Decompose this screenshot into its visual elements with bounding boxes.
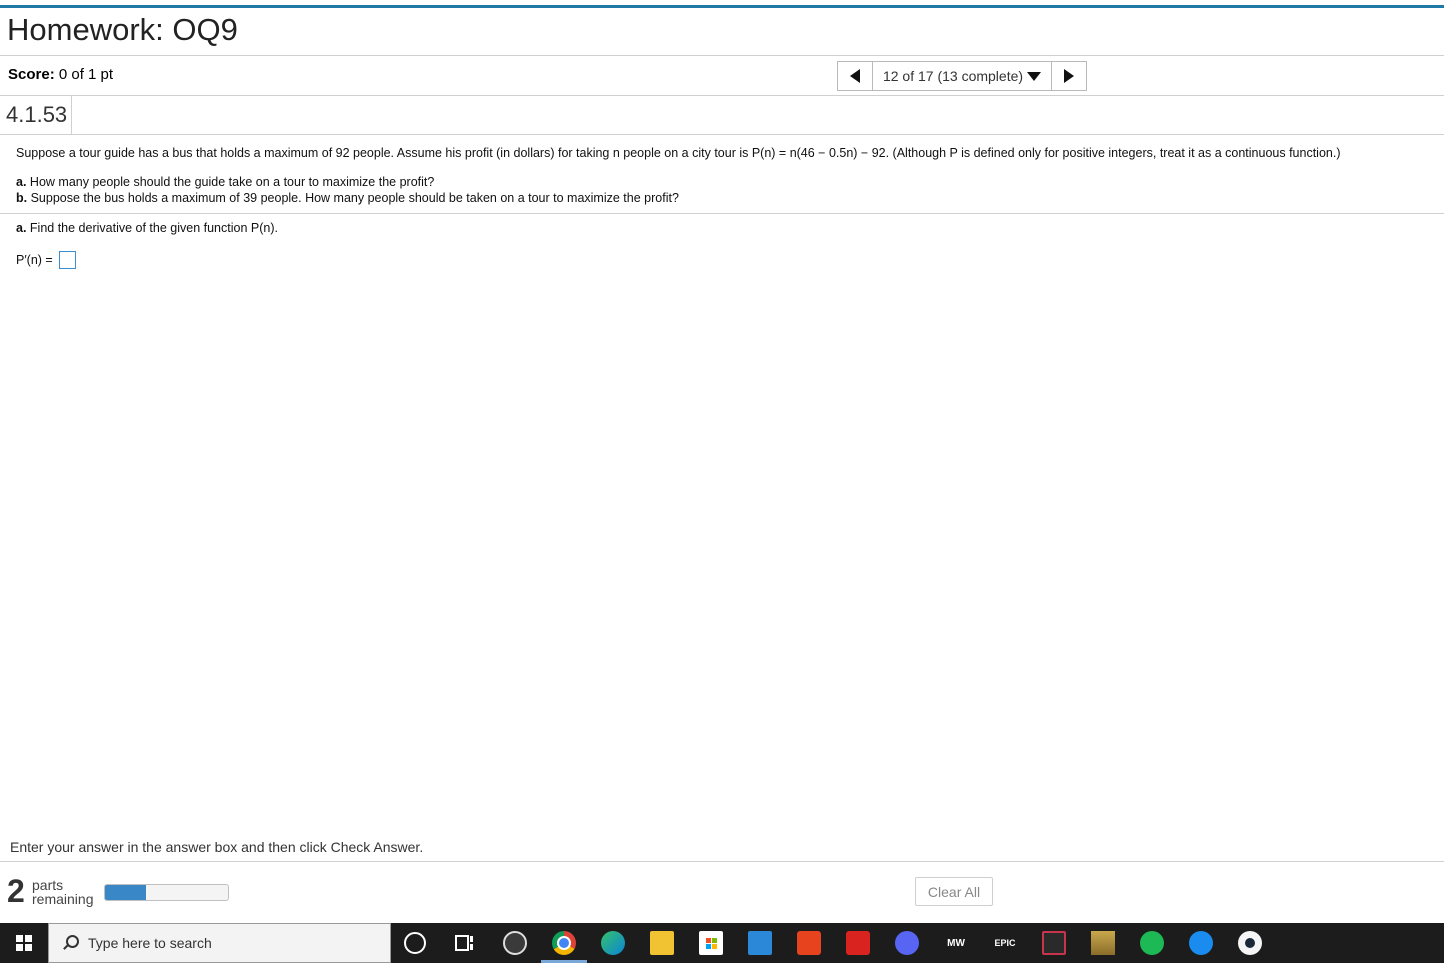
arrow-right-icon — [1064, 69, 1074, 83]
parts-remaining-label: parts remaining — [32, 878, 93, 906]
problem-number: 4.1.53 — [0, 96, 72, 134]
clear-all-button[interactable]: Clear All — [915, 877, 993, 906]
chrome-icon[interactable] — [552, 931, 576, 955]
cortana-icon[interactable] — [404, 932, 426, 954]
parts-remaining-count: 2 — [7, 873, 25, 909]
mw-icon[interactable]: MW — [944, 931, 968, 955]
office-icon[interactable] — [797, 931, 821, 955]
mail-icon[interactable] — [748, 931, 772, 955]
instruction-text: Enter your answer in the answer box and … — [10, 839, 424, 855]
valorant-icon[interactable] — [1042, 931, 1066, 955]
question-position: 12 of 17 (13 complete) — [882, 68, 1024, 84]
score: Score: 0 of 1 pt — [8, 66, 113, 84]
acrobat-icon[interactable] — [846, 931, 870, 955]
divider — [0, 95, 1444, 96]
part-a-question: a. How many people should the guide take… — [16, 174, 434, 190]
answer-input[interactable] — [59, 251, 76, 269]
divider — [0, 213, 1444, 214]
question-selector-dropdown[interactable]: 12 of 17 (13 complete) — [872, 62, 1052, 90]
start-button[interactable] — [0, 923, 47, 963]
windows-icon — [15, 935, 32, 951]
part-b-question: b. Suppose the bus holds a maximum of 39… — [16, 190, 679, 206]
sub-a-label: a. — [16, 221, 27, 235]
score-label: Score: — [8, 66, 55, 83]
problem-statement: Suppose a tour guide has a bus that hold… — [16, 146, 1341, 160]
page-title: Homework: OQ9 — [7, 12, 238, 47]
discord-icon[interactable] — [895, 931, 919, 955]
part-b-text: Suppose the bus holds a maximum of 39 pe… — [30, 191, 679, 205]
taskbar: Type here to search MW EPIC — [0, 923, 1444, 963]
question-navigator: 12 of 17 (13 complete) — [837, 61, 1087, 91]
battlenet-icon[interactable] — [1189, 931, 1213, 955]
part-a-text: How many people should the guide take on… — [29, 175, 435, 189]
arrow-left-icon — [850, 69, 860, 83]
top-accent-bar — [0, 5, 1444, 8]
divider — [0, 861, 1444, 862]
taskbar-search[interactable]: Type here to search — [48, 923, 391, 963]
sub-a-text: Find the derivative of the given functio… — [29, 221, 278, 235]
previous-question-button[interactable] — [838, 62, 872, 90]
spotify-icon[interactable] — [1140, 931, 1164, 955]
part-a-label: a. — [16, 175, 27, 189]
file-explorer-icon[interactable] — [650, 931, 674, 955]
edge-icon[interactable] — [601, 931, 625, 955]
score-value: 0 of 1 pt — [58, 66, 114, 83]
progress-bar — [104, 884, 229, 901]
steam-icon[interactable] — [1238, 931, 1262, 955]
search-icon — [62, 935, 79, 951]
next-question-button[interactable] — [1052, 62, 1086, 90]
league-icon[interactable] — [1091, 931, 1115, 955]
divider — [0, 134, 1444, 135]
answer-label: P′(n) = — [16, 253, 53, 267]
progress-fill — [105, 885, 146, 900]
parts-word: parts — [32, 877, 64, 893]
part-b-label: b. — [16, 191, 28, 205]
sub-question-a: a. Find the derivative of the given func… — [16, 220, 278, 236]
remaining-word: remaining — [32, 891, 94, 907]
epic-games-icon[interactable]: EPIC — [993, 931, 1017, 955]
task-view-icon[interactable] — [453, 931, 477, 955]
app-icon[interactable] — [503, 931, 527, 955]
store-icon[interactable] — [699, 931, 723, 955]
divider — [0, 55, 1444, 56]
search-placeholder: Type here to search — [88, 935, 212, 951]
caret-down-icon — [1027, 71, 1042, 81]
